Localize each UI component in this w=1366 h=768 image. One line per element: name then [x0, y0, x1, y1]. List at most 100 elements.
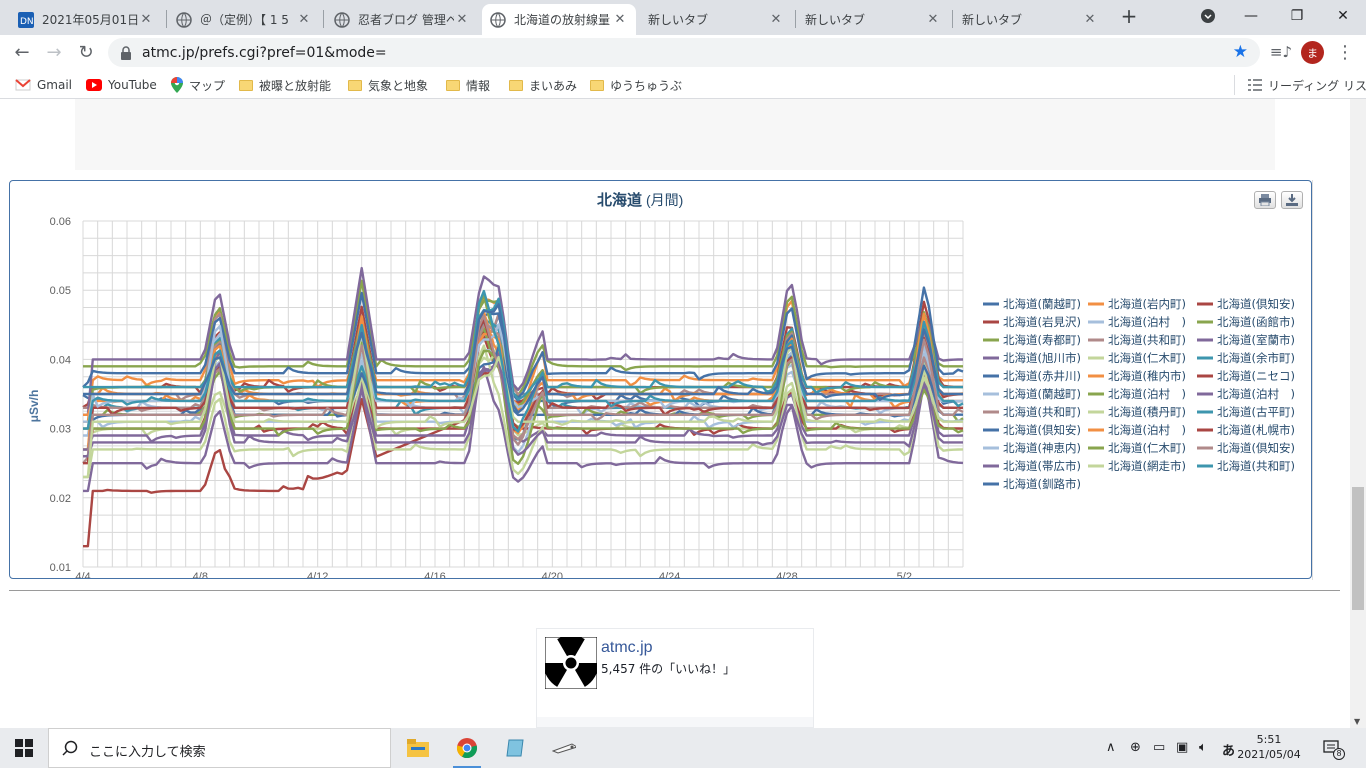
- close-icon[interactable]: ✕: [454, 12, 470, 27]
- legend-item[interactable]: 北海道(仁木町): [1108, 441, 1186, 455]
- close-window-icon[interactable]: ✕: [1320, 0, 1366, 32]
- legend-item[interactable]: 北海道(岩見沢): [1003, 315, 1081, 329]
- tab-1-title: 2021年05月01日の: [42, 13, 138, 27]
- media-control-icon[interactable]: ≡♪: [1266, 37, 1296, 67]
- legend-item[interactable]: 北海道(古平町): [1217, 405, 1295, 419]
- legend-item[interactable]: 北海道(共和町): [1217, 459, 1295, 473]
- windows-start-icon[interactable]: [12, 736, 36, 760]
- tab-3[interactable]: 忍者ブログ 管理ペー ✕: [326, 4, 478, 35]
- taskbar-search[interactable]: ここに入力して検索: [48, 728, 391, 768]
- volume-icon[interactable]: 🔈︎: [1199, 740, 1207, 755]
- battery-icon[interactable]: ▭: [1153, 740, 1165, 755]
- legend-item[interactable]: 北海道(蘭越町): [1003, 387, 1081, 401]
- notification-icon[interactable]: 8: [1320, 736, 1345, 760]
- restore-icon[interactable]: ❐: [1274, 0, 1320, 32]
- bookmark-folder-5[interactable]: ゆうちゅうぶ: [590, 76, 682, 94]
- url-text[interactable]: atmc.jp/prefs.cgi?pref=01&mode=: [142, 45, 387, 61]
- bookmark-folder-3[interactable]: 情報: [446, 76, 490, 94]
- legend-item[interactable]: 北海道(蘭越町): [1003, 297, 1081, 311]
- bookmark-folder-1[interactable]: 被曝と放射能: [239, 76, 331, 94]
- legend-item[interactable]: 北海道(余市町): [1217, 351, 1295, 365]
- x-tick-label: 4/8: [193, 571, 208, 578]
- tab-7[interactable]: 新しいタブ ✕: [954, 4, 1106, 35]
- taskbar-clock[interactable]: 5:51 2021/05/04: [1230, 732, 1308, 762]
- legend-item[interactable]: 北海道(旭川市): [1003, 351, 1081, 365]
- reload-icon[interactable]: ↻: [71, 37, 101, 67]
- legend-item[interactable]: 北海道(倶知安): [1003, 423, 1081, 437]
- profile-avatar[interactable]: ま: [1301, 41, 1324, 64]
- bookmark-folder-4[interactable]: まいあみ: [509, 76, 577, 94]
- legend-item[interactable]: 北海道(共和町): [1108, 333, 1186, 347]
- legend-item[interactable]: 北海道(室蘭市): [1217, 333, 1295, 347]
- file-explorer-icon[interactable]: [406, 736, 430, 760]
- close-icon[interactable]: ✕: [768, 12, 784, 27]
- legend-item[interactable]: 北海道(釧路市): [1003, 477, 1081, 491]
- bookmark-folder-2[interactable]: 気象と地象: [348, 76, 428, 94]
- more-menu-icon[interactable]: ⋮: [1330, 37, 1360, 67]
- bookmark-label: 被曝と放射能: [259, 78, 332, 93]
- printer-icon: [1258, 191, 1272, 210]
- legend-item[interactable]: 北海道(網走市): [1108, 459, 1186, 473]
- minimize-icon[interactable]: —: [1228, 0, 1274, 32]
- chrome-icon[interactable]: [455, 736, 479, 760]
- legend-item[interactable]: 北海道(神恵内): [1003, 441, 1081, 455]
- legend-item[interactable]: 北海道(寿都町): [1003, 333, 1081, 347]
- chart-title: 北海道: [597, 191, 642, 209]
- legend-item[interactable]: 北海道(泊村 ): [1108, 387, 1186, 401]
- export-chart-button[interactable]: [1281, 191, 1303, 209]
- search-placeholder[interactable]: ここに入力して検索: [89, 741, 206, 760]
- download-icon: [1285, 191, 1299, 210]
- network-icon[interactable]: ▣: [1176, 740, 1188, 755]
- y-axis: 0.06 0.05 0.04 0.03 0.02 0.01: [50, 216, 71, 574]
- globe-icon: [490, 11, 506, 28]
- meet-now-icon[interactable]: ⊕: [1130, 740, 1141, 755]
- notepad-app-icon[interactable]: [504, 736, 528, 760]
- legend-item[interactable]: 北海道(赤井川): [1003, 369, 1081, 383]
- lock-icon[interactable]: [120, 45, 132, 64]
- close-icon[interactable]: ✕: [138, 12, 154, 27]
- legend-item[interactable]: 北海道(泊村 ): [1108, 423, 1186, 437]
- facebook-page-widget[interactable]: atmc.jp 5,457 件の「いいね！」: [536, 628, 814, 728]
- print-chart-button[interactable]: [1254, 191, 1276, 209]
- new-tab-button[interactable]: +: [1106, 0, 1152, 32]
- legend-item[interactable]: 北海道(ニセコ): [1217, 369, 1295, 383]
- legend-item[interactable]: 北海道(共和町): [1003, 405, 1081, 419]
- legend-item[interactable]: 北海道(倶知安): [1217, 297, 1295, 311]
- address-bar[interactable]: atmc.jp/prefs.cgi?pref=01&mode= ★: [108, 38, 1260, 67]
- tab-5[interactable]: 新しいタブ ✕: [640, 4, 792, 35]
- bookmark-youtube[interactable]: YouTube: [86, 76, 157, 94]
- reading-list-button[interactable]: リーディング リスト: [1248, 76, 1366, 94]
- tab-search-icon[interactable]: [1185, 0, 1231, 32]
- tab-4-active[interactable]: 北海道の放射線量 ✕: [482, 4, 636, 35]
- bookmark-maps[interactable]: マップ: [171, 76, 225, 94]
- close-icon[interactable]: ✕: [925, 12, 941, 27]
- legend-item[interactable]: 北海道(泊村 ): [1108, 315, 1186, 329]
- legend-item[interactable]: 北海道(仁木町): [1108, 351, 1186, 365]
- bookmark-label: ゆうちゅうぶ: [610, 78, 683, 93]
- legend-item[interactable]: 北海道(帯広市): [1003, 459, 1081, 473]
- forward-arrow-icon[interactable]: →: [39, 37, 69, 67]
- legend-item[interactable]: 北海道(札幌市): [1217, 423, 1295, 437]
- close-icon[interactable]: ✕: [1082, 12, 1098, 27]
- legend-item[interactable]: 北海道(泊村 ): [1217, 387, 1295, 401]
- fb-site-name[interactable]: atmc.jp: [601, 639, 653, 657]
- close-icon[interactable]: ✕: [612, 12, 628, 27]
- legend-item[interactable]: 北海道(岩内町): [1108, 297, 1186, 311]
- bookmark-star-icon[interactable]: ★: [1233, 42, 1248, 62]
- legend-item[interactable]: 北海道(倶知安): [1217, 441, 1295, 455]
- scroll-down-arrow-icon[interactable]: ▼: [1354, 717, 1360, 726]
- scroll-thumb[interactable]: [1352, 487, 1364, 610]
- tab-2[interactable]: ＠（定例）【 1 5 ✕: [168, 4, 320, 35]
- bookmark-gmail[interactable]: Gmail: [15, 76, 72, 94]
- legend-item[interactable]: 北海道(積丹町): [1108, 405, 1186, 419]
- tab-6[interactable]: 新しいタブ ✕: [797, 4, 949, 35]
- tab-1[interactable]: DN 2021年05月01日の ✕: [10, 4, 162, 35]
- legend-item[interactable]: 北海道(稚内市): [1108, 369, 1186, 383]
- frame-border: [1312, 180, 1313, 580]
- chevron-up-icon[interactable]: ∧: [1106, 740, 1116, 755]
- back-arrow-icon[interactable]: ←: [7, 37, 37, 67]
- app-icon[interactable]: [552, 736, 576, 760]
- close-icon[interactable]: ✕: [296, 12, 312, 27]
- legend-item[interactable]: 北海道(函館市): [1217, 315, 1295, 329]
- page-scrollbar[interactable]: ▼: [1350, 99, 1366, 728]
